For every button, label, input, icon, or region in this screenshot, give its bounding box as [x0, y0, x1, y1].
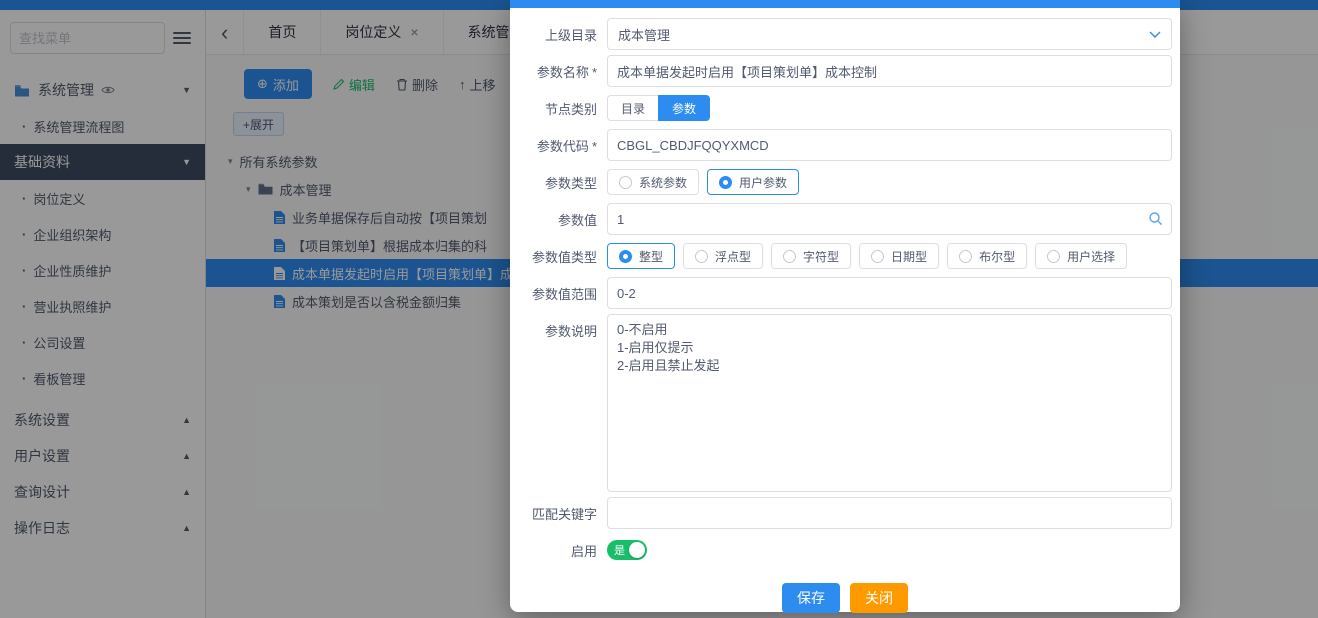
field-label: 启用 — [510, 541, 607, 560]
radio-icon — [959, 250, 972, 263]
enable-toggle[interactable]: 是 — [607, 540, 647, 560]
param-value-input[interactable] — [607, 203, 1172, 235]
value-range-input[interactable] — [607, 277, 1172, 309]
radio-icon — [783, 250, 796, 263]
field-label: 参数类型 — [510, 173, 607, 192]
form-row-value-type: 参数值类型 整型 浮点型 字符型 — [510, 240, 1180, 272]
form-row-param-name: 参数名称* — [510, 55, 1180, 87]
field-label: 上级目录 — [510, 25, 607, 44]
radio-icon — [695, 250, 708, 263]
field-label: 参数名称* — [510, 62, 607, 81]
form-row-param-type: 参数类型 系统参数 用户参数 — [510, 166, 1180, 198]
radio-system-param[interactable]: 系统参数 — [607, 169, 699, 195]
field-label: 参数代码* — [510, 136, 607, 155]
radio-integer[interactable]: 整型 — [607, 243, 675, 269]
radio-icon — [871, 250, 884, 263]
dialog-body: 上级目录 成本管理 参数名称* 节点类别 目录 参数 — [510, 8, 1180, 571]
form-row-param-code: 参数代码* — [510, 129, 1180, 161]
node-type-param-button[interactable]: 参数 — [658, 95, 710, 121]
toggle-knob — [629, 542, 645, 558]
parent-dir-select[interactable]: 成本管理 — [607, 18, 1172, 50]
field-label: 参数值 — [510, 210, 607, 229]
form-row-description: 参数说明 0-不启用 1-启用仅提示 2-启用且禁止发起 — [510, 314, 1180, 492]
param-name-input[interactable] — [607, 55, 1172, 87]
param-code-input[interactable] — [607, 129, 1172, 161]
radio-icon — [1047, 250, 1060, 263]
field-label: 参数说明 — [510, 314, 607, 340]
form-row-keyword: 匹配关键字 — [510, 497, 1180, 529]
required-mark: * — [592, 139, 597, 154]
param-description-textarea[interactable]: 0-不启用 1-启用仅提示 2-启用且禁止发起 — [607, 314, 1172, 492]
select-value: 成本管理 — [618, 25, 670, 44]
search-icon[interactable] — [1148, 211, 1163, 226]
required-mark: * — [592, 65, 597, 80]
save-button[interactable]: 保存 — [782, 583, 840, 613]
form-row-param-value: 参数值 — [510, 203, 1180, 235]
radio-string[interactable]: 字符型 — [771, 243, 851, 269]
radio-float[interactable]: 浮点型 — [683, 243, 763, 269]
radio-date[interactable]: 日期型 — [859, 243, 939, 269]
form-row-node-type: 节点类别 目录 参数 — [510, 92, 1180, 124]
field-label: 匹配关键字 — [510, 504, 607, 523]
field-label: 节点类别 — [510, 99, 607, 118]
radio-boolean[interactable]: 布尔型 — [947, 243, 1027, 269]
radio-user-choice[interactable]: 用户选择 — [1035, 243, 1127, 269]
value-type-group: 整型 浮点型 字符型 日期型 — [607, 243, 1127, 269]
close-button[interactable]: 关闭 — [850, 583, 908, 613]
field-label: 参数值范围 — [510, 284, 607, 303]
param-edit-dialog: 上级目录 成本管理 参数名称* 节点类别 目录 参数 — [510, 0, 1180, 612]
radio-icon — [619, 176, 632, 189]
form-row-parent-dir: 上级目录 成本管理 — [510, 18, 1180, 50]
match-keyword-input[interactable] — [607, 497, 1172, 529]
param-type-group: 系统参数 用户参数 — [607, 169, 799, 195]
node-type-group: 目录 参数 — [607, 95, 710, 121]
dialog-footer: 保存 关闭 — [510, 571, 1180, 618]
dialog-header — [510, 0, 1180, 8]
node-type-dir-button[interactable]: 目录 — [607, 95, 658, 121]
form-row-enabled: 启用 是 — [510, 534, 1180, 566]
radio-checked-icon — [619, 250, 632, 263]
radio-user-param[interactable]: 用户参数 — [707, 169, 799, 195]
field-label: 参数值类型 — [510, 247, 607, 266]
radio-checked-icon — [719, 176, 732, 189]
toggle-on-label: 是 — [614, 542, 625, 558]
form-row-value-range: 参数值范围 — [510, 277, 1180, 309]
chevron-down-icon — [1149, 31, 1161, 38]
